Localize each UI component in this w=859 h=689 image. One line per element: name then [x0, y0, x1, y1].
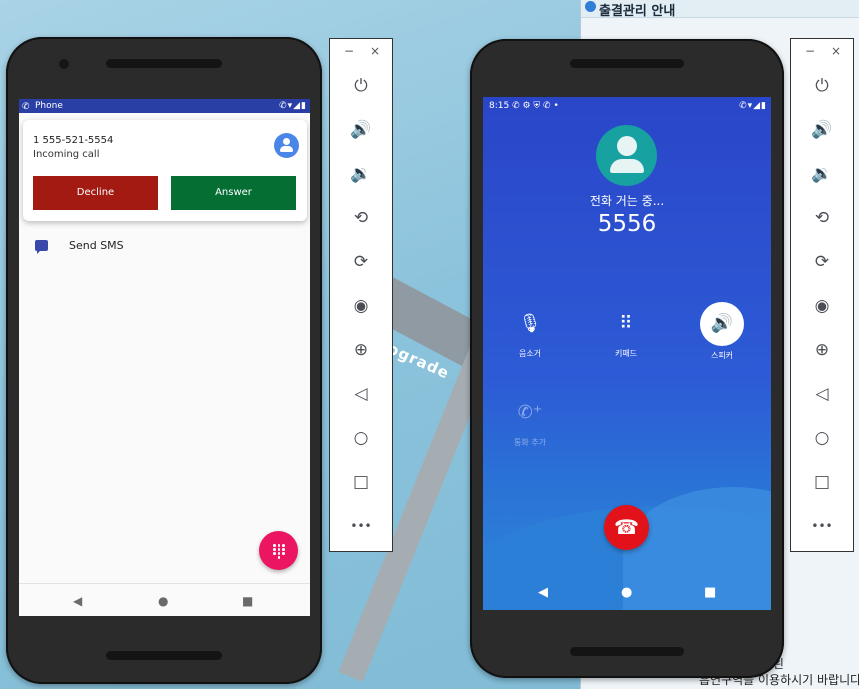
- nav-back-button[interactable]: ◀: [538, 585, 548, 600]
- home-icon[interactable]: ○: [791, 423, 853, 453]
- rotate-left-icon[interactable]: ⟲: [330, 203, 392, 233]
- incoming-call-notification: 1 555-521-5554 Incoming call Decline Ans…: [23, 120, 307, 221]
- phone-screen-left: ✆ Phone ✆▾◢▮ 1 555-521-5554 Incoming cal…: [19, 99, 310, 616]
- status-icons: ✆▾◢▮: [739, 101, 767, 111]
- more-icon[interactable]: •••: [330, 511, 392, 541]
- volume-down-icon[interactable]: 🔉: [330, 159, 392, 189]
- nav-home-button[interactable]: ●: [158, 594, 168, 608]
- overview-icon[interactable]: □: [330, 467, 392, 497]
- emulator-toolbar-right: − × ⏻ 🔊 🔉 ⟲ ⟳ ◉ ⊕ ◁ ○ □ •••: [790, 38, 854, 552]
- send-sms-label: Send SMS: [69, 239, 124, 252]
- status-bar: ✆ Phone ✆▾◢▮: [19, 99, 310, 113]
- rotate-left-icon[interactable]: ⟲: [791, 203, 853, 233]
- camera-icon[interactable]: ◉: [330, 291, 392, 321]
- rotate-right-icon[interactable]: ⟳: [330, 247, 392, 277]
- bottom-speaker: [570, 647, 684, 656]
- document-title: 출결관리 안내: [599, 4, 676, 19]
- status-bar: 8:15 ✆ ⚙ ⛨ ✆ • ✆▾◢▮: [489, 99, 767, 113]
- overview-icon[interactable]: □: [791, 467, 853, 497]
- phone-icon: ✆: [22, 102, 30, 112]
- more-icon[interactable]: •••: [791, 511, 853, 541]
- nav-recents-button[interactable]: ■: [242, 594, 253, 608]
- status-notification-icons: ✆ ⚙ ⛨ ✆ •: [512, 101, 559, 111]
- power-icon[interactable]: ⏻: [791, 71, 853, 101]
- caller-avatar-icon: [274, 133, 299, 158]
- speaker-button[interactable]: 🔊 스피커: [692, 302, 752, 361]
- decline-button[interactable]: Decline: [33, 176, 158, 210]
- front-camera: [59, 59, 69, 69]
- emulator-phone-left: ✆ Phone ✆▾◢▮ 1 555-521-5554 Incoming cal…: [6, 37, 322, 684]
- dialpad-fab-button[interactable]: [259, 531, 298, 570]
- earpiece: [570, 59, 684, 68]
- speaker-icon: 🔊: [700, 302, 744, 346]
- minimize-button[interactable]: −: [805, 44, 815, 58]
- emulator-phone-right: 8:15 ✆ ⚙ ⛨ ✆ • ✆▾◢▮ 전화 거는 중... 5556 🎙 음소…: [470, 39, 784, 678]
- keypad-label: 키패드: [614, 349, 638, 358]
- navigation-bar: ◀ ● ■: [19, 583, 310, 616]
- power-icon[interactable]: ⏻: [330, 71, 392, 101]
- zoom-icon[interactable]: ⊕: [330, 335, 392, 365]
- home-icon[interactable]: ○: [330, 423, 392, 453]
- volume-down-icon[interactable]: 🔉: [791, 159, 853, 189]
- back-icon[interactable]: ◁: [791, 379, 853, 409]
- zoom-icon[interactable]: ⊕: [791, 335, 853, 365]
- camera-icon[interactable]: ◉: [791, 291, 853, 321]
- contact-avatar-icon: [596, 125, 657, 186]
- bottom-speaker: [106, 651, 222, 660]
- minimize-button[interactable]: −: [344, 44, 354, 58]
- hang-up-icon: ☎: [614, 515, 639, 539]
- incoming-call-label: Incoming call: [33, 149, 100, 160]
- emulator-toolbar-left: − × ⏻ 🔊 🔉 ⟲ ⟳ ◉ ⊕ ◁ ○ □ •••: [329, 38, 393, 552]
- keypad-button[interactable]: ⠿ 키패드: [596, 310, 656, 359]
- nav-home-button[interactable]: ●: [621, 585, 632, 600]
- end-call-button[interactable]: ☎: [604, 505, 649, 550]
- earpiece: [106, 59, 222, 68]
- add-call-button[interactable]: ✆⁺ 통화 추가: [500, 399, 560, 448]
- navigation-bar: ◀ ● ■: [483, 576, 771, 610]
- add-call-icon: ✆⁺: [517, 402, 543, 423]
- close-button[interactable]: ×: [370, 44, 380, 58]
- nav-recents-button[interactable]: ■: [704, 585, 716, 600]
- message-icon: [35, 240, 48, 254]
- info-bullet-icon: [585, 1, 596, 12]
- dialpad-icon: [273, 544, 285, 559]
- document-header: 출결관리 안내: [581, 0, 859, 19]
- dialpad-icon: ⠿: [619, 313, 633, 334]
- nav-back-button[interactable]: ◀: [73, 594, 82, 608]
- mute-button[interactable]: 🎙 음소거: [500, 310, 560, 359]
- volume-up-icon[interactable]: 🔊: [330, 115, 392, 145]
- phone-screen-right: 8:15 ✆ ⚙ ⛨ ✆ • ✆▾◢▮ 전화 거는 중... 5556 🎙 음소…: [483, 97, 771, 610]
- status-time: 8:15: [489, 101, 510, 111]
- status-app-label: Phone: [35, 101, 63, 111]
- answer-button[interactable]: Answer: [171, 176, 296, 210]
- caller-number: 1 555-521-5554: [33, 135, 114, 146]
- mute-label: 음소거: [518, 349, 542, 358]
- rotate-right-icon[interactable]: ⟳: [791, 247, 853, 277]
- volume-up-icon[interactable]: 🔊: [791, 115, 853, 145]
- close-button[interactable]: ×: [831, 44, 841, 58]
- speaker-label: 스피커: [710, 351, 734, 360]
- status-icons: ✆▾◢▮: [279, 101, 307, 111]
- call-state-label: 전화 거는 중...: [589, 194, 665, 208]
- mic-off-icon: 🎙: [518, 313, 542, 334]
- back-icon[interactable]: ◁: [330, 379, 392, 409]
- add-call-label: 통화 추가: [514, 438, 546, 447]
- called-number: 5556: [597, 211, 657, 237]
